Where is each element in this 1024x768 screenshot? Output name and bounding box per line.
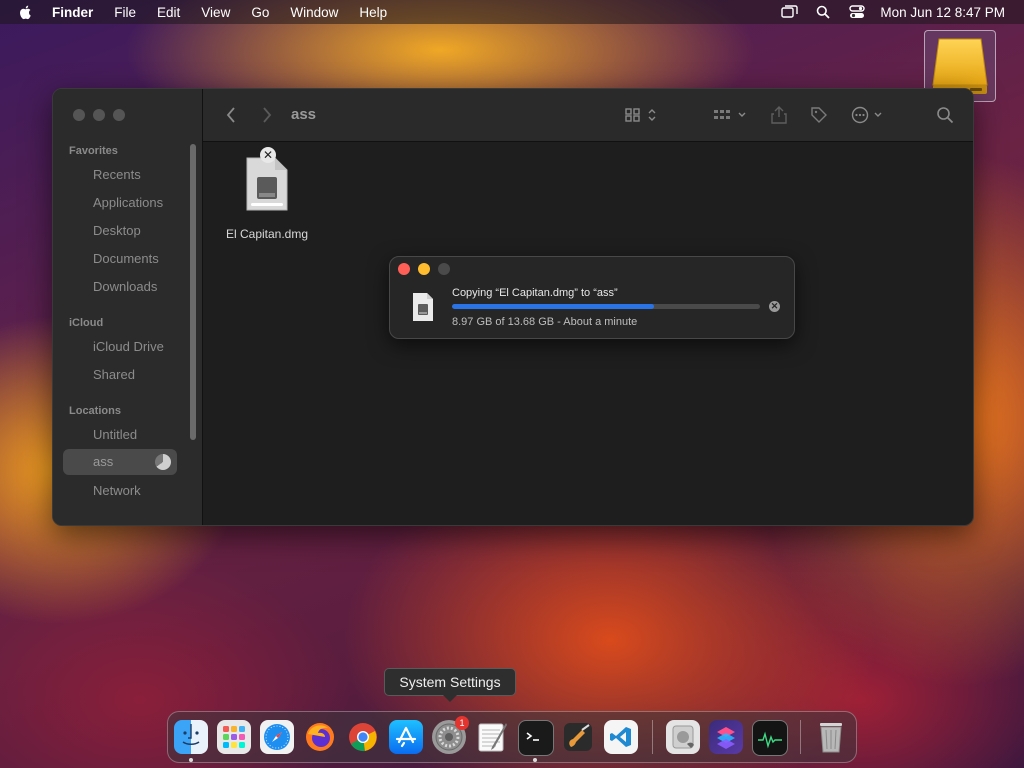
copy-status: 8.97 GB of 13.68 GB - About a minute	[452, 316, 638, 328]
finder-toolbar: ass	[203, 89, 973, 142]
menu-edit[interactable]: Edit	[157, 5, 180, 20]
dock-firefox-icon[interactable]	[303, 720, 337, 754]
sidebar-item-applications[interactable]: Applications	[93, 195, 163, 210]
menu-view[interactable]: View	[201, 5, 230, 20]
system-settings-notification-badge: 1	[455, 716, 469, 730]
minimize-button[interactable]	[93, 109, 105, 121]
control-center-icon[interactable]	[848, 3, 866, 21]
menu-bar: Finder File Edit View Go Window Help Mon…	[0, 0, 1024, 24]
window-title: ass	[291, 106, 317, 123]
screen-mirroring-icon[interactable]	[780, 3, 798, 21]
dialog-zoom-button	[438, 263, 450, 275]
group-by-icon[interactable]	[711, 105, 751, 125]
menu-window[interactable]: Window	[290, 5, 338, 20]
dock-safari-icon[interactable]	[260, 720, 294, 754]
sidebar-item-recents[interactable]: Recents	[93, 167, 141, 182]
stop-copy-button[interactable]: ✕	[769, 301, 780, 312]
file-document-icon	[413, 293, 433, 321]
copy-progress-dialog: Copying “El Capitan.dmg” to “ass” 8.97 G…	[389, 256, 795, 339]
dock-launchpad-icon[interactable]	[217, 720, 251, 754]
close-button[interactable]	[73, 109, 85, 121]
dock-trash-icon[interactable]	[814, 720, 848, 754]
sidebar-header-locations: Locations	[69, 405, 121, 417]
disk-image-file-icon: ✕	[244, 147, 290, 213]
view-mode-grid-icon[interactable]	[623, 105, 661, 125]
dock-activity-monitor-icon[interactable]	[752, 720, 788, 756]
sidebar-item-ass[interactable]: ass	[63, 449, 177, 475]
menu-go[interactable]: Go	[251, 5, 269, 20]
sidebar-item-shared[interactable]: Shared	[93, 367, 135, 382]
spotlight-search-icon[interactable]	[814, 3, 832, 21]
sidebar-scrollbar[interactable]	[190, 144, 196, 440]
dock-shortcuts-icon[interactable]	[709, 720, 743, 754]
sidebar-item-label: ass	[93, 454, 114, 469]
sidebar-header-icloud: iCloud	[69, 317, 104, 329]
apple-menu-icon[interactable]	[18, 4, 34, 20]
window-controls	[73, 109, 125, 121]
dialog-close-button[interactable]	[398, 263, 410, 275]
dock	[167, 711, 857, 763]
menu-file[interactable]: File	[114, 5, 136, 20]
sidebar-item-desktop[interactable]: Desktop	[93, 223, 141, 238]
copy-title: Copying “El Capitan.dmg” to “ass”	[452, 287, 618, 299]
dock-tooltip: System Settings	[384, 668, 516, 702]
sidebar-item-documents[interactable]: Documents	[93, 251, 159, 266]
more-actions-icon[interactable]	[849, 105, 889, 125]
file-item[interactable]: ✕ El Capitan.dmg	[221, 147, 313, 241]
running-indicator	[533, 758, 537, 762]
zoom-button[interactable]	[113, 109, 125, 121]
disk-usage-pie-icon	[155, 454, 171, 470]
dock-vscode-icon[interactable]	[604, 720, 638, 754]
sidebar-item-untitled[interactable]: Untitled	[93, 427, 137, 442]
dialog-window-controls	[398, 263, 450, 275]
dock-chrome-icon[interactable]	[346, 720, 380, 754]
menu-app-name[interactable]: Finder	[52, 5, 93, 20]
sidebar-item-network[interactable]: Network	[93, 483, 141, 498]
dock-terminal-icon[interactable]	[518, 720, 554, 756]
dock-garageband-icon[interactable]	[561, 720, 595, 754]
running-indicator	[189, 758, 193, 762]
copy-progress-fill	[452, 304, 655, 309]
sidebar-header-favorites: Favorites	[69, 145, 118, 157]
dock-disk-utility-icon[interactable]	[666, 720, 700, 754]
menu-clock[interactable]: Mon Jun 12 8:47 PM	[880, 5, 1005, 20]
forward-arrow-icon[interactable]	[257, 105, 277, 125]
dock-textedit-icon[interactable]	[475, 720, 509, 754]
tag-icon[interactable]	[809, 105, 829, 125]
dock-app-store-icon[interactable]	[389, 720, 423, 754]
finder-sidebar: Favorites Recents Applications Desktop D…	[53, 89, 203, 525]
sidebar-item-downloads[interactable]: Downloads	[93, 279, 157, 294]
share-icon[interactable]	[769, 105, 789, 125]
dialog-minimize-button[interactable]	[418, 263, 430, 275]
menu-help[interactable]: Help	[359, 5, 387, 20]
cancel-copy-badge-icon[interactable]: ✕	[260, 147, 276, 163]
copy-progress-bar	[452, 304, 760, 309]
back-arrow-icon[interactable]	[221, 105, 241, 125]
dock-finder-icon[interactable]	[174, 720, 208, 754]
dock-separator	[800, 720, 801, 754]
file-name: El Capitan.dmg	[225, 227, 309, 241]
sidebar-item-icloud-drive[interactable]: iCloud Drive	[93, 339, 164, 354]
search-icon[interactable]	[935, 105, 955, 125]
dock-separator	[652, 720, 653, 754]
